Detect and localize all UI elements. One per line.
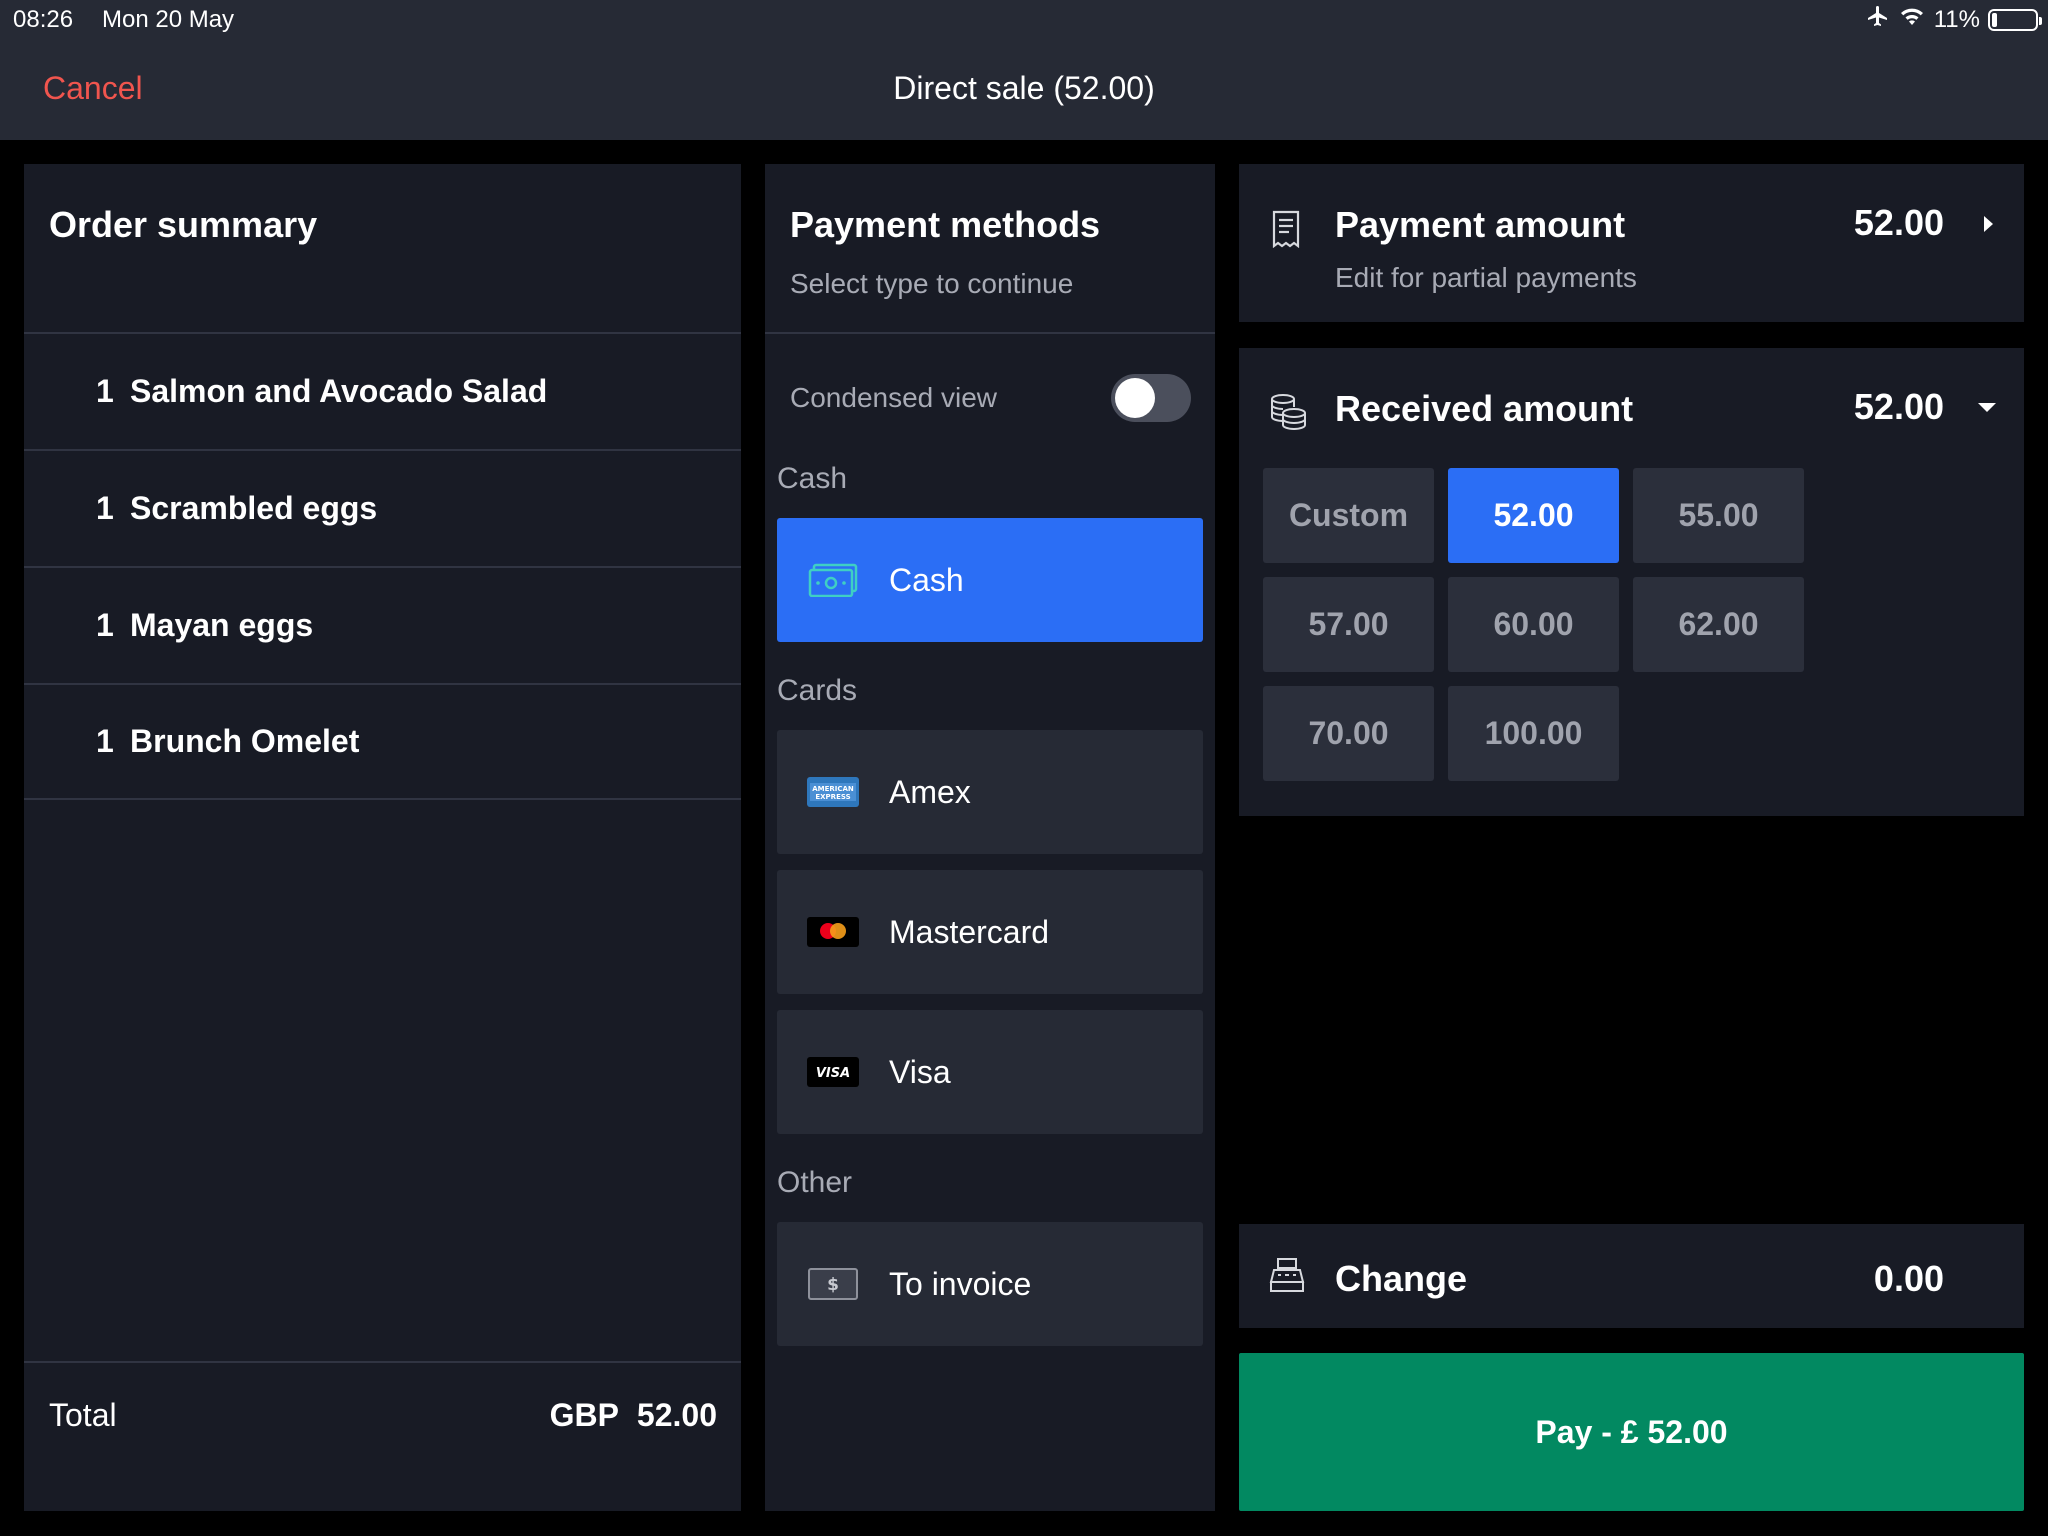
payment-method-label: To invoice <box>889 1265 1032 1302</box>
payment-amount-title: Payment amount <box>1335 204 1626 245</box>
total-value: GBP 52.00 <box>550 1397 717 1434</box>
invoice-icon-symbol: $ <box>827 1275 839 1295</box>
mastercard-icon <box>807 916 859 948</box>
amount-option-custom[interactable]: Custom <box>1263 468 1434 563</box>
airplane-icon <box>1866 4 1890 35</box>
top-bar: 08:26 Mon 20 May 11% Cancel Direct sale … <box>0 0 2048 140</box>
section-label-other: Other <box>777 1166 853 1199</box>
order-item[interactable]: 1 Salmon and Avocado Salad <box>24 332 741 449</box>
payment-amount-row[interactable]: Payment amount Edit for partial payments… <box>1239 164 2024 322</box>
order-item-qty: 1 <box>96 607 114 643</box>
order-item-name: Brunch Omelet <box>130 723 360 759</box>
amount-option-55[interactable]: 55.00 <box>1633 468 1804 563</box>
payment-method-label: Cash <box>889 561 964 598</box>
status-indicators: 11% <box>1866 4 2042 35</box>
invoice-icon: $ <box>807 1268 859 1300</box>
order-summary-title: Order summary <box>49 204 318 245</box>
order-item[interactable]: 1 Brunch Omelet <box>24 683 741 800</box>
cash-register-icon <box>1269 1257 1305 1293</box>
payment-method-label: Mastercard <box>889 913 1050 950</box>
condensed-view-label: Condensed view <box>790 382 998 413</box>
order-item-name: Mayan eggs <box>130 607 314 643</box>
status-date: Mon 20 May <box>102 6 235 33</box>
coins-icon <box>1269 392 1306 431</box>
payment-method-visa[interactable]: VISA Visa <box>777 1010 1203 1134</box>
order-item-qty: 1 <box>96 723 114 759</box>
visa-logo-text: VISA <box>816 1066 850 1081</box>
payment-amount-subtitle: Edit for partial payments <box>1335 262 1637 293</box>
divider <box>765 332 1215 334</box>
cash-icon <box>807 563 859 597</box>
payment-method-invoice[interactable]: $ To invoice <box>777 1222 1203 1346</box>
amex-icon: AMERICAN EXPRESS <box>807 776 859 808</box>
section-label-cards: Cards <box>777 674 858 707</box>
amount-option-100[interactable]: 100.00 <box>1448 686 1619 781</box>
payment-method-label: Visa <box>889 1053 951 1090</box>
order-item-name: Salmon and Avocado Salad <box>130 373 548 409</box>
pay-button[interactable]: Pay - £ 52.00 <box>1239 1353 2024 1511</box>
amount-option-60[interactable]: 60.00 <box>1448 577 1619 672</box>
chevron-down-icon[interactable] <box>1976 400 1998 419</box>
received-amount-options: Custom 52.00 55.00 57.00 60.00 62.00 70.… <box>1263 468 1804 781</box>
order-item-qty: 1 <box>96 373 114 409</box>
change-row: Change 0.00 <box>1239 1224 2024 1328</box>
change-value: 0.00 <box>1873 1258 1944 1299</box>
amount-option-52[interactable]: 52.00 <box>1448 468 1619 563</box>
order-item[interactable]: 1 Mayan eggs <box>24 566 741 683</box>
visa-icon: VISA <box>807 1056 859 1088</box>
battery-icon <box>1988 8 2042 31</box>
status-time: 08:26 <box>13 6 74 33</box>
received-amount-title: Received amount <box>1335 388 1634 429</box>
order-item[interactable]: 1 Scrambled eggs <box>24 449 741 566</box>
amount-option-62[interactable]: 62.00 <box>1633 577 1804 672</box>
change-title: Change <box>1335 1258 1468 1299</box>
amex-logo-text-top: AMERICAN <box>812 785 854 793</box>
order-list: 1 Salmon and Avocado Salad 1 Scrambled e… <box>24 332 741 800</box>
total-currency: GBP <box>549 1397 619 1433</box>
section-label-cash: Cash <box>777 462 848 495</box>
payment-method-cash[interactable]: Cash <box>777 518 1203 642</box>
battery-fill <box>1992 12 1997 27</box>
total-amount: 52.00 <box>636 1397 717 1433</box>
battery-percent: 11% <box>1933 5 1980 33</box>
payment-method-amex[interactable]: AMERICAN EXPRESS Amex <box>777 730 1203 854</box>
payment-amount-value: 52.00 <box>1853 202 1944 243</box>
receipt-icon <box>1269 210 1305 249</box>
wifi-icon <box>1898 5 1926 34</box>
order-summary-panel: Order summary 1 Salmon and Avocado Salad… <box>24 164 741 1511</box>
received-amount-value: 52.00 <box>1853 386 1944 427</box>
toggle-knob <box>1115 378 1155 418</box>
amount-option-70[interactable]: 70.00 <box>1263 686 1434 781</box>
payment-methods-subtitle: Select type to continue <box>790 268 1074 299</box>
page-title: Direct sale (52.00) <box>893 70 1155 106</box>
condensed-view-toggle[interactable] <box>1111 374 1191 422</box>
amount-option-57[interactable]: 57.00 <box>1263 577 1434 672</box>
received-amount-panel: Received amount 52.00 Custom 52.00 55.00… <box>1239 348 2024 816</box>
order-total-row: Total GBP 52.00 <box>24 1361 741 1511</box>
order-item-qty: 1 <box>96 490 114 526</box>
amex-logo-text-bottom: EXPRESS <box>815 793 850 801</box>
payment-methods-panel: Payment methods Select type to continue … <box>765 164 1215 1511</box>
payment-methods-title: Payment methods <box>790 204 1101 245</box>
payment-method-mastercard[interactable]: Mastercard <box>777 870 1203 994</box>
total-label: Total <box>49 1397 117 1433</box>
chevron-right-icon <box>1980 212 1996 241</box>
order-item-name: Scrambled eggs <box>130 490 378 526</box>
payment-method-label: Amex <box>889 773 971 810</box>
